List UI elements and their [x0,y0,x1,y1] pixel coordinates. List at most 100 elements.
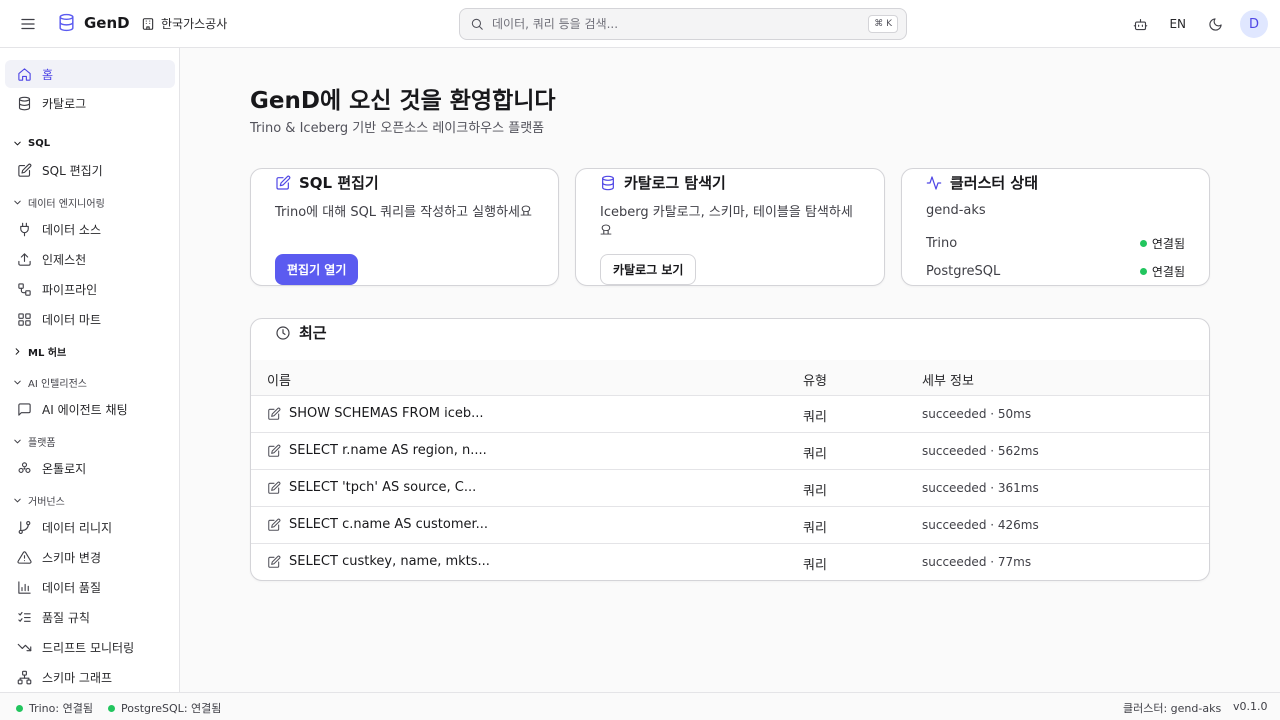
status-text: 연결됨 [1151,264,1185,279]
table-row[interactable]: SHOW SCHEMAS FROM iceb... 쿼리 succeeded ·… [251,396,1209,433]
row-type: 쿼리 [803,558,827,573]
clock-icon [275,325,291,341]
sidebar-group-ai-intelligence[interactable]: AI 인텔리전스 [12,374,87,390]
sidebar-item-home[interactable]: 홈 [5,60,175,88]
status-row-postgresql: PostgreSQL 연결됨 [926,262,1185,280]
language-toggle[interactable]: EN [1165,17,1190,31]
page-title: GenD에 오신 것을 환영합니다 [250,88,556,114]
sidebar-item-data-quality[interactable]: 데이터 품질 [5,573,175,601]
network-icon [17,670,32,685]
sidebar-item-label: 온톨로지 [42,461,87,476]
edit-icon [17,163,32,178]
edit-icon [275,175,291,191]
sidebar-item-sql-editor[interactable]: SQL 편집기 [5,156,175,184]
activity-icon [926,175,942,191]
header-actions: EN D [1129,10,1268,38]
table-row[interactable]: SELECT custkey, name, mkts... 쿼리 succeed… [251,544,1209,580]
sidebar-item-pipeline[interactable]: 파이프라인 [5,275,175,303]
moon-icon[interactable] [1204,13,1226,35]
user-avatar[interactable]: D [1240,10,1268,38]
sidebar-item-label: 드리프트 모니터링 [42,640,135,655]
row-detail: succeeded · 361ms [922,481,1039,495]
edit-icon [267,444,281,458]
sidebar-item-label: AI 에이전트 채팅 [42,402,128,417]
sidebar-item-label: 스키마 변경 [42,550,102,565]
status-dot [1139,267,1147,275]
sidebar-item-ontology[interactable]: 온톨로지 [5,454,175,482]
row-type: 쿼리 [803,521,827,536]
sidebar-item-label: 파이프라인 [42,282,98,297]
sidebar-item-label: 데이터 품질 [42,580,102,595]
search-input[interactable] [492,17,852,31]
page-subtitle: Trino & Iceberg 기반 오픈소스 레이크하우스 플랫폼 [250,121,545,136]
trending-down-icon [17,640,32,655]
sidebar-item-data-mart[interactable]: 데이터 마트 [5,305,175,333]
recent-title: 최근 [275,322,327,343]
home-icon [17,67,32,82]
row-type: 쿼리 [803,447,827,462]
service-name: Trino [926,235,958,251]
bot-icon[interactable] [1129,13,1151,35]
sidebar-group-governance[interactable]: 거버넌스 [12,492,65,508]
sidebar-item-schema-change[interactable]: 스키마 변경 [5,543,175,571]
sidebar-item-lineage[interactable]: 데이터 리니지 [5,513,175,541]
status-dot [1139,239,1147,247]
org-selector[interactable]: 한국가스공사 [141,15,227,32]
bar-chart-icon [17,580,32,595]
row-detail: succeeded · 50ms [922,407,1032,421]
view-catalog-button[interactable]: 카탈로그 보기 [600,254,697,285]
building-icon [141,17,155,31]
sidebar-item-label: 데이터 리니지 [42,520,113,535]
column-header-name[interactable]: 이름 [267,370,291,389]
chevron-down-icon [12,436,23,447]
sidebar-item-ai-chat[interactable]: AI 에이전트 채팅 [5,395,175,423]
sidebar-group-sql[interactable]: SQL [12,135,50,151]
cluster-name: gend-aks [926,203,986,218]
sidebar: 홈 카탈로그 SQL SQL 편집기 데이터 엔지니어링 데이터 소스 인제스천… [0,48,180,692]
search-icon [470,17,484,31]
table-row[interactable]: SELECT r.name AS region, n.... 쿼리 succee… [251,433,1209,470]
workflow-icon [17,282,32,297]
git-branch-icon [17,520,32,535]
menu-icon[interactable] [19,15,37,33]
column-header-detail[interactable]: 세부 정보 [922,370,974,389]
postgres-status: PostgreSQL: 연결됨 [108,700,221,716]
edit-icon [267,518,281,532]
sidebar-item-label: 인제스천 [42,252,87,267]
sidebar-item-label: 품질 규칙 [42,610,90,625]
sidebar-item-label: SQL 편집기 [42,163,103,178]
sidebar-item-ingestion[interactable]: 인제스천 [5,245,175,273]
open-editor-button[interactable]: 편집기 열기 [275,254,359,285]
sidebar-item-catalog[interactable]: 카탈로그 [5,89,175,117]
org-name: 한국가스공사 [161,17,228,31]
chevron-down-icon [12,197,23,208]
sidebar-item-label: 카탈로그 [42,96,87,111]
chevron-right-icon [12,346,23,357]
sidebar-item-quality-rules[interactable]: 품질 규칙 [5,603,175,631]
table-row[interactable]: SELECT 'tpch' AS source, C... 쿼리 succeed… [251,470,1209,507]
sidebar-item-data-sources[interactable]: 데이터 소스 [5,215,175,243]
database-icon [17,96,32,111]
sidebar-item-drift-monitoring[interactable]: 드리프트 모니터링 [5,633,175,661]
sidebar-group-platform[interactable]: 플랫폼 [12,433,56,449]
card-title: 클러스터 상태 [926,172,1038,193]
alert-triangle-icon [17,550,32,565]
sidebar-group-data-engineering[interactable]: 데이터 엔지니어링 [12,194,105,210]
card-description: Iceberg 카탈로그, 스키마, 테이블을 탐색하세요 [600,205,853,239]
row-name: SELECT r.name AS region, n.... [289,443,487,458]
app-name: GenD [84,13,130,32]
column-header-type[interactable]: 유형 [803,370,827,389]
upload-icon [17,252,32,267]
sql-editor-card: SQL 편집기 Trino에 대해 SQL 쿼리를 작성하고 실행하세요 편집기… [250,168,559,286]
table-row[interactable]: SELECT c.name AS customer... 쿼리 succeede… [251,507,1209,544]
app-logo[interactable]: GenD [57,13,130,32]
global-search[interactable]: ⌘ K [459,8,907,40]
sidebar-group-ml-hub[interactable]: ML 허브 [12,343,66,359]
service-name: PostgreSQL [926,263,1001,279]
main-content: GenD에 오신 것을 환영합니다 Trino & Iceberg 기반 오픈소… [180,48,1280,692]
status-row-trino: Trino 연결됨 [926,234,1185,252]
sidebar-item-schema-graph[interactable]: 스키마 그래프 [5,663,175,691]
catalog-explorer-card: 카탈로그 탐색기 Iceberg 카탈로그, 스키마, 테이블을 탐색하세요 카… [575,168,885,286]
database-logo-icon [57,13,76,32]
group-label: 데이터 엔지니어링 [28,198,105,210]
